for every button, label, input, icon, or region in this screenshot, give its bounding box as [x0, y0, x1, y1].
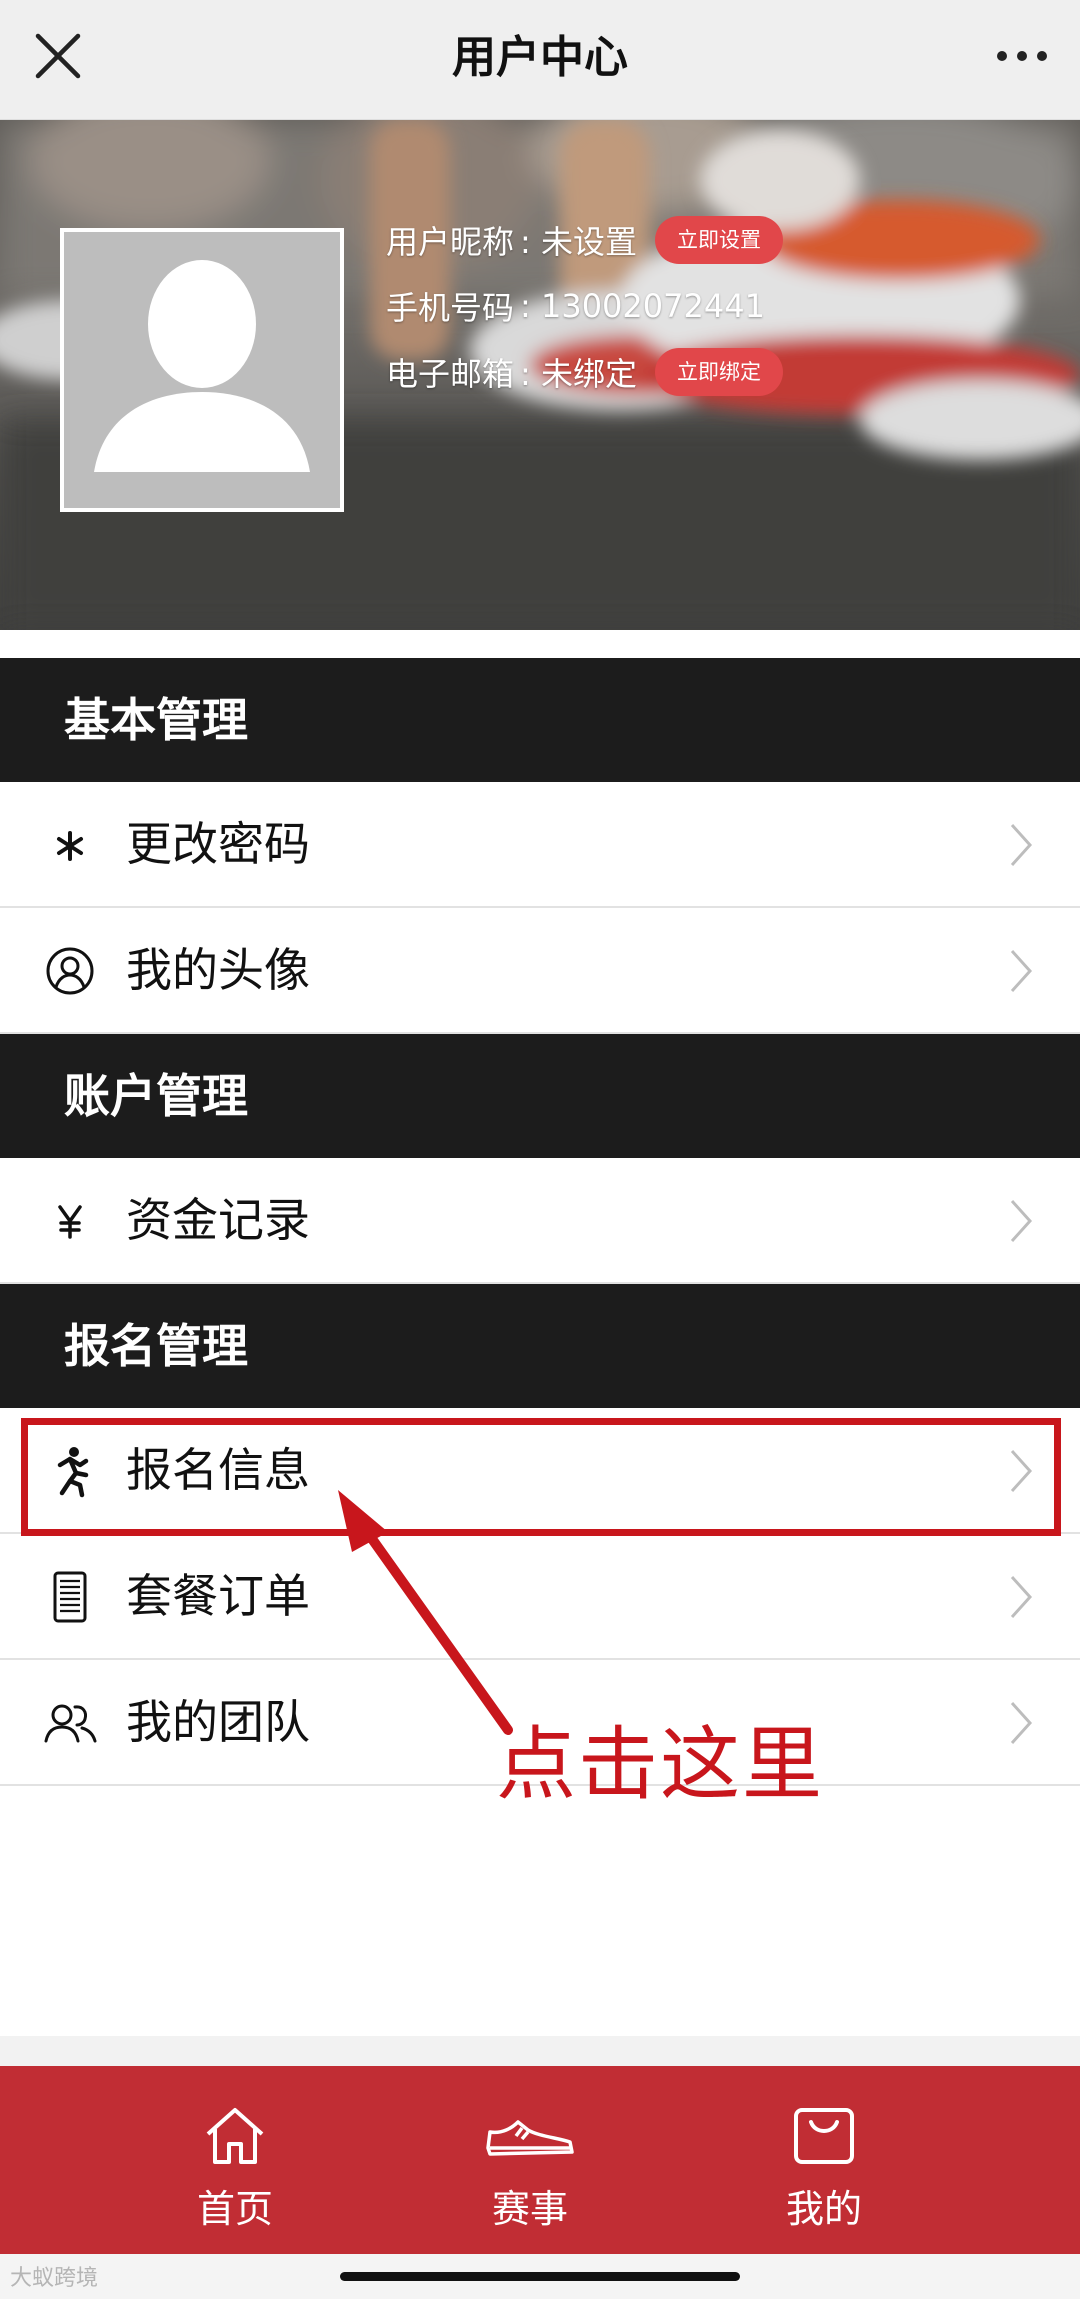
chevron-right-icon [1010, 823, 1033, 867]
email-label: 电子邮箱 [386, 355, 515, 393]
menu-item-package-orders[interactable]: 套餐订单 [0, 1534, 1080, 1660]
menu-item-label: 套餐订单 [126, 1569, 310, 1623]
avatar[interactable] [60, 228, 344, 512]
menu-item-label: 我的头像 [126, 943, 310, 997]
nickname-row: 用户昵称 : 未设置 立即设置 [386, 214, 783, 266]
section-header-registration: 报名管理 [0, 1284, 1080, 1408]
annotation-highlight-box [21, 1418, 1061, 1536]
tab-label: 赛事 [491, 2187, 568, 2231]
default-avatar-silhouette [64, 232, 340, 508]
bottom-tabbar: 首页 赛事 我的 [0, 2066, 1080, 2254]
menu-item-fund-records[interactable]: 资金记录 [0, 1158, 1080, 1284]
phone-value: : 13002072441 [520, 287, 765, 325]
section-header-account: 账户管理 [0, 1034, 1080, 1158]
asterisk-icon [57, 831, 83, 861]
home-indicator[interactable] [340, 2272, 740, 2281]
tab-events[interactable]: 赛事 [400, 2066, 660, 2254]
section-title: 账户管理 [64, 1069, 248, 1123]
chevron-right-icon [1010, 1701, 1033, 1745]
section-title: 报名管理 [64, 1319, 248, 1373]
chevron-right-icon [1010, 1575, 1033, 1619]
watermark-text: 大蚁跨境 [10, 2266, 99, 2291]
sneaker-icon [486, 2120, 574, 2156]
chevron-right-icon [1010, 1199, 1033, 1243]
section-title: 基本管理 [64, 693, 248, 747]
order-list-icon [53, 1571, 87, 1623]
system-bottom-bar: 大蚁跨境 [0, 2254, 1080, 2299]
bind-email-button[interactable]: 立即绑定 [654, 348, 783, 396]
bag-icon [794, 2108, 854, 2164]
tab-mine[interactable]: 我的 [694, 2066, 954, 2254]
user-circle-icon [46, 947, 94, 995]
menu-item-label: 更改密码 [126, 817, 310, 871]
user-center-page: 用户中心 用户昵称: 未设置 立即设置 手机号码: 13002072441 … [0, 0, 1080, 2299]
menu-item-label: 我的团队 [126, 1695, 310, 1749]
page-title: 用户中心 [452, 32, 628, 83]
set-nickname-button[interactable]: 立即设置 [654, 216, 783, 264]
nickname-value: : 未设置 [520, 223, 637, 261]
phone-row: 手机号码 : 13002072441 [386, 280, 765, 332]
email-value: : 未绑定 [520, 355, 637, 393]
top-navbar: 用户中心 [0, 0, 1080, 120]
yen-icon [58, 1205, 82, 1239]
close-icon[interactable] [28, 26, 88, 86]
team-icon [44, 1704, 97, 1743]
profile-banner: 用户昵称 : 未设置 立即设置 手机号码 : 13002072441 电子邮箱 … [0, 120, 1080, 630]
menu-item-label: 资金记录 [126, 1193, 310, 1247]
nickname-label: 用户昵称 [386, 223, 515, 261]
chevron-right-icon [1010, 949, 1033, 993]
section-header-basic: 基本管理 [0, 658, 1080, 782]
menu-item-my-avatar[interactable]: 我的头像 [0, 908, 1080, 1034]
tab-home[interactable]: 首页 [105, 2066, 365, 2254]
tab-label: 首页 [196, 2187, 273, 2231]
menu-item-change-password[interactable]: 更改密码 [0, 782, 1080, 908]
phone-label: 手机号码 [386, 289, 515, 327]
annotation-text: 点击这里 [496, 1718, 824, 1811]
email-row: 电子邮箱 : 未绑定 立即绑定 [386, 346, 783, 398]
more-dots-icon[interactable] [992, 34, 1052, 78]
tab-label: 我的 [785, 2187, 862, 2231]
home-icon [206, 2108, 264, 2164]
tabbar-gap [0, 2036, 1080, 2066]
